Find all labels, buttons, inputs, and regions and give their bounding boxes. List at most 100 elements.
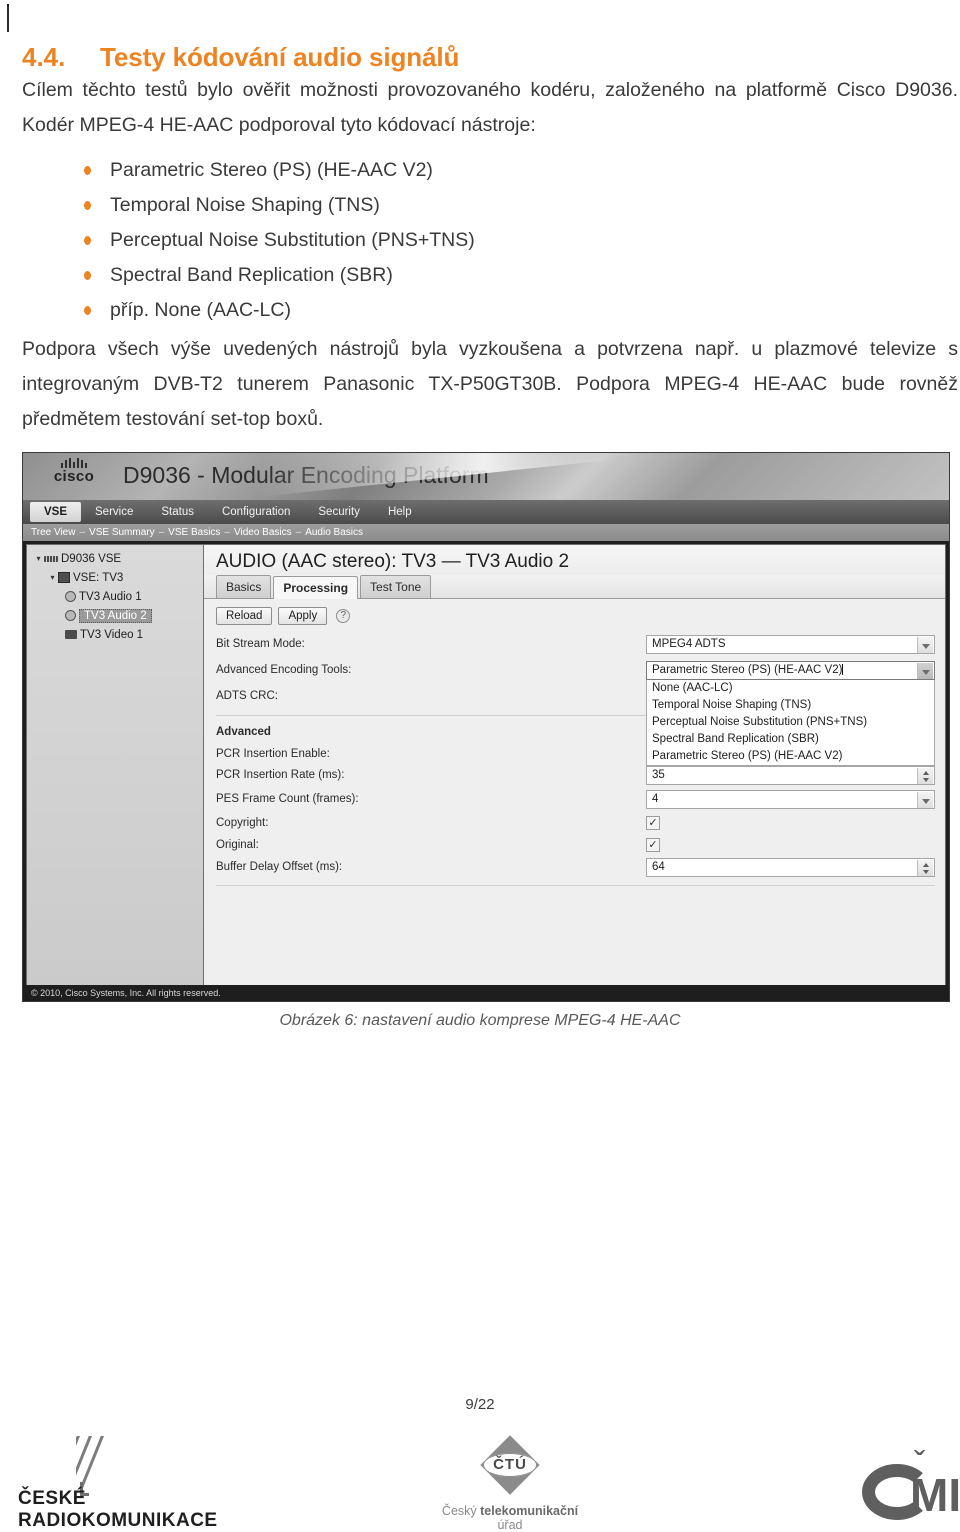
- list-item: Perceptual Noise Substitution (PNS+TNS): [22, 223, 958, 258]
- menu-item-help[interactable]: Help: [374, 500, 426, 524]
- buffer-delay-offset-input[interactable]: 64: [646, 858, 935, 877]
- original-label: Original:: [216, 839, 259, 851]
- cisco-bars-icon: [35, 458, 113, 468]
- cra-line-2: RADIOKOMUNIKACE: [18, 1510, 218, 1531]
- tree-item-tv3-audio-2[interactable]: TV3 Audio 2: [27, 606, 203, 625]
- app-copyright-footer: © 2010, Cisco Systems, Inc. All rights r…: [23, 985, 949, 1001]
- dropdown-option-ps-he-aac-v2[interactable]: Parametric Stereo (PS) (HE-AAC V2): [647, 748, 934, 765]
- ctu-name-part-2: telekomunikační: [480, 1504, 579, 1518]
- app-title: D9036 - Modular Encoding Platform: [123, 462, 489, 488]
- ctu-logo: ČTÚ Český telekomunikační úřad: [430, 1432, 590, 1532]
- menu-item-security[interactable]: Security: [304, 500, 374, 524]
- form-divider: [216, 885, 935, 886]
- text-caret: [842, 664, 844, 675]
- pcr-insertion-rate-input[interactable]: 35: [646, 766, 935, 785]
- footer-logos: ČESKÉ RADIOKOMUNIKACE ČTÚ Český telekomu…: [0, 1428, 960, 1532]
- breadcrumb-separator: –: [224, 527, 230, 538]
- chevron-down-icon[interactable]: [917, 792, 933, 808]
- advanced-encoding-tools-value: Parametric Stereo (PS) (HE-AAC V2): [652, 664, 843, 676]
- bit-stream-mode-select[interactable]: MPEG4 ADTS: [646, 635, 935, 654]
- video-icon: [65, 630, 77, 639]
- tab-test-tone[interactable]: Test Tone: [360, 575, 432, 598]
- breadcrumb-separator: –: [158, 527, 165, 538]
- encoding-tools-list: Parametric Stereo (PS) (HE-AAC V2) Tempo…: [22, 153, 958, 328]
- action-button-row: Reload Apply ?: [204, 599, 945, 625]
- page-title: AUDIO (AAC stereo): TV3 — TV3 Audio 2: [204, 545, 945, 575]
- figure-caption: Obrázek 6: nastavení audio komprese MPEG…: [279, 1012, 681, 1029]
- chevron-down-icon[interactable]: ▾: [47, 573, 58, 582]
- dropdown-option-tns[interactable]: Temporal Noise Shaping (TNS): [647, 697, 934, 714]
- breadcrumb-item-vse-basics[interactable]: VSE Basics: [168, 527, 220, 538]
- section-number: 4.4.: [22, 42, 66, 72]
- tab-processing[interactable]: Processing: [273, 576, 359, 599]
- pcr-insertion-rate-value: 35: [652, 769, 665, 781]
- chevron-down-icon[interactable]: [917, 663, 933, 679]
- breadcrumb-item-vse-summary[interactable]: VSE Summary: [89, 527, 155, 538]
- copyright-label: Copyright:: [216, 817, 269, 829]
- pes-frame-count-select[interactable]: 4: [646, 790, 935, 809]
- tree-item-vse-tv3[interactable]: ▾ VSE: TV3: [27, 568, 203, 587]
- list-item-label: Parametric Stereo (PS) (HE-AAC V2): [110, 159, 433, 181]
- help-icon[interactable]: ?: [336, 609, 351, 623]
- reload-button[interactable]: Reload: [216, 607, 273, 625]
- pcr-insertion-rate-label: PCR Insertion Rate (ms):: [216, 769, 345, 781]
- advanced-encoding-tools-combobox[interactable]: Parametric Stereo (PS) (HE-AAC V2): [646, 661, 935, 680]
- copyright-checkbox[interactable]: ✓: [646, 816, 660, 830]
- form-row-original: Original: ✓: [216, 836, 935, 857]
- list-item: příp. None (AAC-LC): [22, 293, 958, 328]
- cisco-wordmark: cisco: [53, 468, 95, 485]
- bullet-dot-icon: [84, 166, 91, 175]
- ctu-name-part-1: Český: [441, 1504, 481, 1518]
- dropdown-option-sbr[interactable]: Spectral Band Replication (SBR): [647, 731, 934, 748]
- breadcrumb-item-tree-view[interactable]: Tree View: [31, 527, 75, 538]
- ceske-radiokomunikace-logo: ČESKÉ RADIOKOMUNIKACE: [18, 1436, 248, 1531]
- ctu-diamond-icon: ČTÚ: [477, 1432, 543, 1498]
- apply-button[interactable]: Apply: [278, 607, 328, 625]
- tree-item-label: TV3 Audio 1: [79, 590, 142, 603]
- advanced-section-label: Advanced: [216, 726, 271, 738]
- menu-item-service[interactable]: Service: [81, 500, 147, 524]
- pcr-insertion-enable-label: PCR Insertion Enable:: [216, 748, 330, 760]
- section-heading: 4.4. Testy kódování audio signálů: [22, 42, 958, 73]
- stepper-icon[interactable]: [917, 768, 933, 784]
- app-body: ▾ D9036 VSE ▾ VSE: TV3 TV3 Audio 1 TV3 A…: [23, 541, 949, 1001]
- form-row-pcr-insertion-rate: PCR Insertion Rate (ms): 35: [216, 766, 935, 787]
- form-row-copyright: Copyright: ✓: [216, 814, 935, 835]
- chevron-down-icon[interactable]: [917, 637, 933, 653]
- ctu-abbreviation: ČTÚ: [493, 1456, 527, 1473]
- chassis-icon: [44, 555, 58, 562]
- tab-basics[interactable]: Basics: [216, 575, 272, 598]
- figure-screenshot-cisco-d9036: cisco D9036 - Modular Encoding Platform …: [22, 452, 950, 1002]
- list-item-label: Temporal Noise Shaping (TNS): [110, 194, 380, 216]
- tree-item-label: VSE: TV3: [73, 571, 124, 584]
- breadcrumb-item-audio-basics[interactable]: Audio Basics: [305, 527, 363, 538]
- cra-wordmark: ČESKÉ RADIOKOMUNIKACE: [18, 1488, 218, 1532]
- tree-item-label: TV3 Video 1: [80, 628, 144, 641]
- list-item: Temporal Noise Shaping (TNS): [22, 188, 958, 223]
- menu-item-status[interactable]: Status: [147, 500, 208, 524]
- advanced-encoding-tools-label: Advanced Encoding Tools:: [216, 664, 352, 676]
- document-body: 4.4. Testy kódování audio signálů Cílem …: [22, 0, 958, 437]
- original-checkbox[interactable]: ✓: [646, 838, 660, 852]
- section-title: Testy kódování audio signálů: [100, 42, 460, 72]
- breadcrumb-separator: –: [295, 527, 302, 538]
- audio-icon: [65, 591, 76, 602]
- audio-icon: [65, 610, 76, 621]
- stepper-icon[interactable]: [917, 860, 933, 876]
- tree-item-tv3-video-1[interactable]: TV3 Video 1: [27, 625, 203, 644]
- tree-item-label: D9036 VSE: [61, 552, 122, 565]
- advanced-encoding-tools-dropdown[interactable]: None (AAC-LC) Temporal Noise Shaping (TN…: [646, 680, 935, 766]
- chevron-down-icon[interactable]: ▾: [33, 554, 44, 563]
- intro-paragraph: Cílem těchto testů bylo ověřit možnosti …: [22, 79, 958, 136]
- breadcrumb-item-video-basics[interactable]: Video Basics: [234, 527, 292, 538]
- menu-item-configuration[interactable]: Configuration: [208, 500, 304, 524]
- tree-item-d9036-vse[interactable]: ▾ D9036 VSE: [27, 549, 203, 568]
- bullet-dot-icon: [84, 201, 91, 210]
- ctu-name-part-3: úřad: [497, 1518, 523, 1532]
- dropdown-option-pns-tns[interactable]: Perceptual Noise Substitution (PNS+TNS): [647, 714, 934, 731]
- menu-item-vse[interactable]: VSE: [30, 502, 82, 522]
- tree-item-tv3-audio-1[interactable]: TV3 Audio 1: [27, 587, 203, 606]
- dropdown-option-none-aac-lc[interactable]: None (AAC-LC): [647, 680, 934, 697]
- adts-crc-label: ADTS CRC:: [216, 690, 278, 702]
- cra-line-1: ČESKÉ: [18, 1488, 86, 1509]
